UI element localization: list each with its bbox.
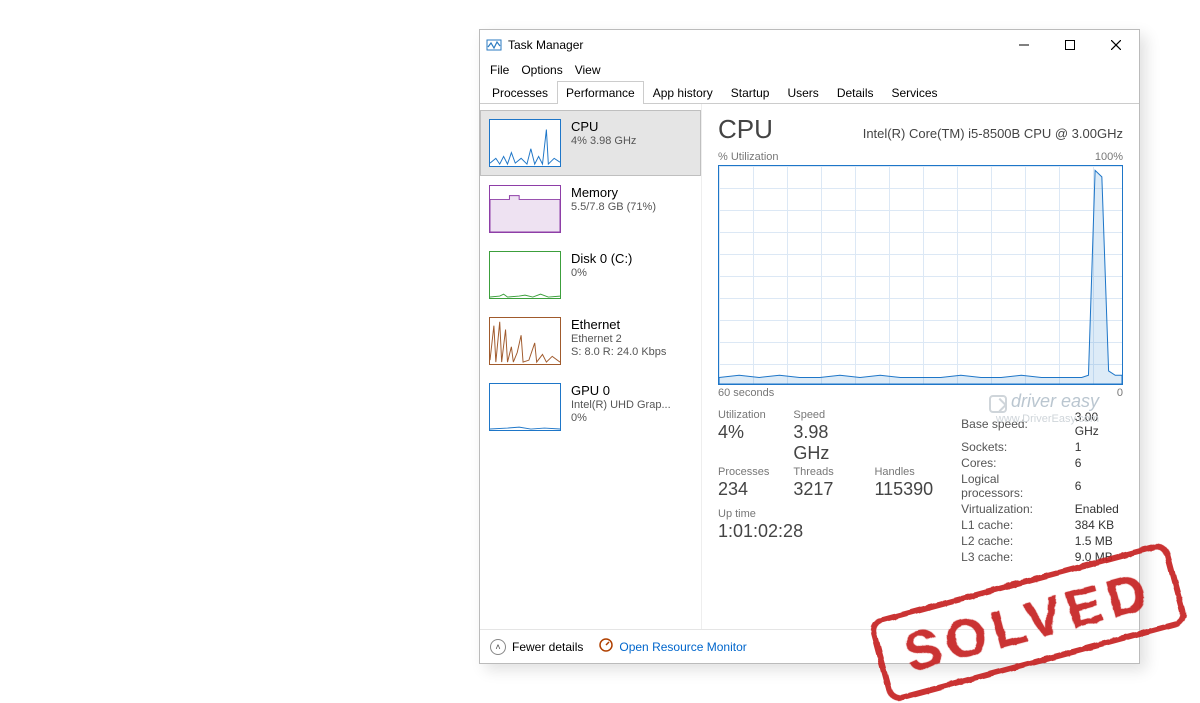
sidebar-item-sub: 4% 3.98 GHz <box>571 135 636 147</box>
sidebar-item-sub2: S: 8.0 R: 24.0 Kbps <box>571 346 666 358</box>
chart-xlabel-right: 0 <box>1117 387 1123 399</box>
spec-key: Sockets: <box>961 439 1075 455</box>
handles-value: 115390 <box>874 479 933 500</box>
sidebar-item-label: Memory <box>571 185 656 200</box>
ethernet-thumb-chart <box>489 317 561 365</box>
menu-file[interactable]: File <box>486 61 513 79</box>
sidebar-item-label: Ethernet <box>571 317 666 332</box>
performance-sidebar: CPU 4% 3.98 GHz Memory 5.5/7.8 GB (71%) <box>480 104 702 629</box>
menu-options[interactable]: Options <box>517 61 566 79</box>
tab-users[interactable]: Users <box>778 81 827 104</box>
sidebar-item-memory[interactable]: Memory 5.5/7.8 GB (71%) <box>480 176 701 242</box>
speed-value: 3.98 GHz <box>793 422 850 464</box>
menu-bar: File Options View <box>480 60 1139 80</box>
performance-body: CPU 4% 3.98 GHz Memory 5.5/7.8 GB (71%) <box>480 104 1139 629</box>
resource-monitor-icon <box>599 638 613 655</box>
tab-processes[interactable]: Processes <box>483 81 557 104</box>
handles-label: Handles <box>874 466 933 478</box>
sidebar-item-label: CPU <box>571 119 636 134</box>
sidebar-item-ethernet[interactable]: Ethernet Ethernet 2 S: 8.0 R: 24.0 Kbps <box>480 308 701 374</box>
memory-thumb-chart <box>489 185 561 233</box>
cpu-detail-pane: CPU Intel(R) Core(TM) i5-8500B CPU @ 3.0… <box>702 104 1139 629</box>
menu-view[interactable]: View <box>571 61 605 79</box>
spec-value: 384 KB <box>1075 517 1123 533</box>
window-controls <box>1001 30 1139 60</box>
detail-heading: CPU <box>718 114 773 145</box>
minimize-button[interactable] <box>1001 30 1047 60</box>
spec-value: 9.0 MB <box>1075 549 1123 565</box>
tab-details[interactable]: Details <box>828 81 883 104</box>
utilization-label: Utilization <box>718 409 769 421</box>
task-manager-icon <box>486 37 502 53</box>
spec-key: L3 cache: <box>961 549 1075 565</box>
threads-value: 3217 <box>793 479 850 500</box>
disk-thumb-chart <box>489 251 561 299</box>
sidebar-item-sub: Ethernet 2 <box>571 333 666 345</box>
open-resource-monitor-link[interactable]: Open Resource Monitor <box>599 638 746 655</box>
spec-value: 6 <box>1075 455 1123 471</box>
processes-value: 234 <box>718 479 769 500</box>
task-manager-window: Task Manager File Options View Processes… <box>479 29 1140 664</box>
spec-key: L2 cache: <box>961 533 1075 549</box>
sidebar-item-sub: Intel(R) UHD Grap... <box>571 399 671 411</box>
chevron-up-icon: ˄ <box>490 639 506 655</box>
tab-performance[interactable]: Performance <box>557 81 644 104</box>
sidebar-item-sub: 5.5/7.8 GB (71%) <box>571 201 656 213</box>
tab-app-history[interactable]: App history <box>644 81 722 104</box>
processes-label: Processes <box>718 466 769 478</box>
gpu-thumb-chart <box>489 383 561 431</box>
cpu-spec-table: Base speed:3.00 GHz Sockets:1 Cores:6 Lo… <box>961 409 1123 565</box>
spec-value: Enabled <box>1075 501 1123 517</box>
window-title: Task Manager <box>508 38 583 52</box>
spec-value: 1 <box>1075 439 1123 455</box>
footer: ˄ Fewer details Open Resource Monitor <box>480 629 1139 663</box>
sidebar-item-label: GPU 0 <box>571 383 671 398</box>
spec-key: Cores: <box>961 455 1075 471</box>
utilization-value: 4% <box>718 422 769 443</box>
tab-services[interactable]: Services <box>883 81 947 104</box>
spec-value: 1.5 MB <box>1075 533 1123 549</box>
maximize-button[interactable] <box>1047 30 1093 60</box>
spec-key: L1 cache: <box>961 517 1075 533</box>
spec-value: 6 <box>1075 471 1123 501</box>
sidebar-item-label: Disk 0 (C:) <box>571 251 632 266</box>
spec-value: 3.00 GHz <box>1075 409 1123 439</box>
fewer-details-button[interactable]: ˄ Fewer details <box>490 639 583 655</box>
sidebar-item-sub2: 0% <box>571 412 671 424</box>
threads-label: Threads <box>793 466 850 478</box>
uptime-value: 1:01:02:28 <box>718 521 933 542</box>
sidebar-item-disk[interactable]: Disk 0 (C:) 0% <box>480 242 701 308</box>
chart-xlabel-left: 60 seconds <box>718 387 774 399</box>
hardware-name: Intel(R) Core(TM) i5-8500B CPU @ 3.00GHz <box>863 126 1123 141</box>
sidebar-item-cpu[interactable]: CPU 4% 3.98 GHz <box>480 110 701 176</box>
sidebar-item-gpu[interactable]: GPU 0 Intel(R) UHD Grap... 0% <box>480 374 701 440</box>
chart-ylabel: % Utilization <box>718 151 779 163</box>
fewer-details-label: Fewer details <box>512 640 583 654</box>
cpu-utilization-chart <box>718 165 1123 385</box>
spec-key: Virtualization: <box>961 501 1075 517</box>
chart-ymax: 100% <box>1095 151 1123 163</box>
sidebar-item-sub: 0% <box>571 267 632 279</box>
close-button[interactable] <box>1093 30 1139 60</box>
speed-label: Speed <box>793 409 850 421</box>
spec-key: Logical processors: <box>961 471 1075 501</box>
uptime-label: Up time <box>718 508 933 520</box>
spec-key: Base speed: <box>961 409 1075 439</box>
titlebar: Task Manager <box>480 30 1139 60</box>
tab-strip: Processes Performance App history Startu… <box>480 80 1139 104</box>
open-resource-monitor-label: Open Resource Monitor <box>619 640 746 654</box>
cpu-thumb-chart <box>489 119 561 167</box>
tab-startup[interactable]: Startup <box>722 81 779 104</box>
